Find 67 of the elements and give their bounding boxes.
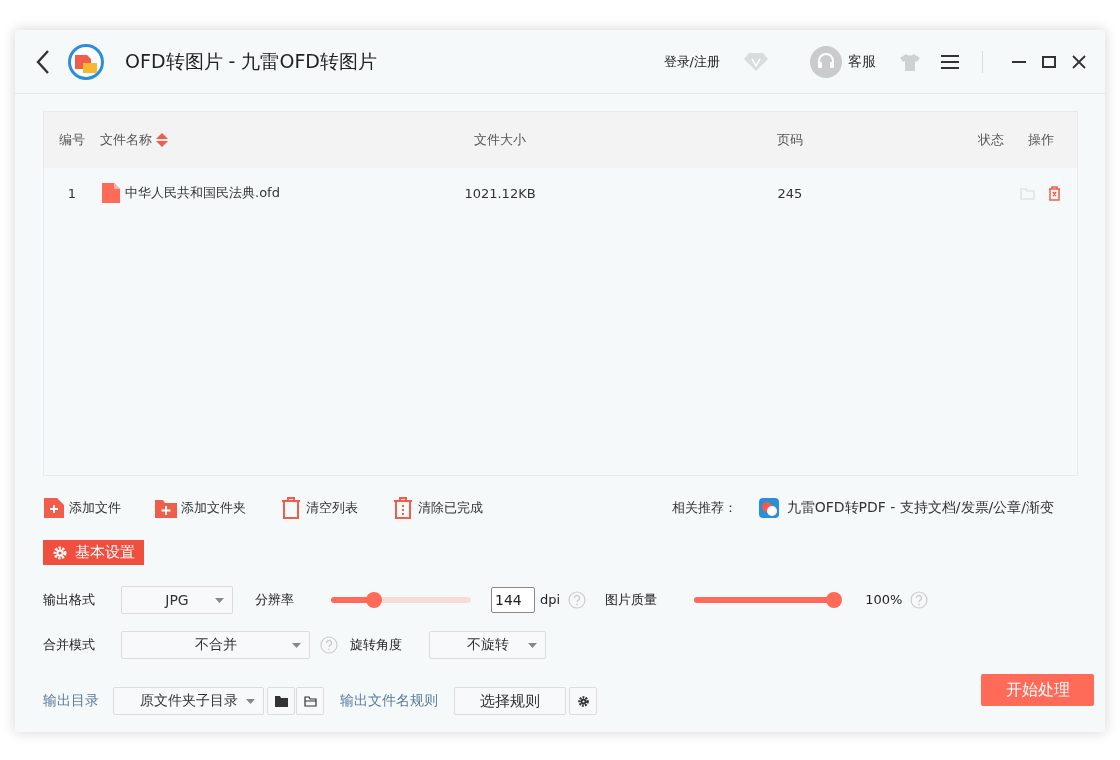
dropdown[interactable]: 不旋转 bbox=[429, 630, 546, 659]
table-cell: 1021.12KB bbox=[464, 185, 536, 201]
file-name-rule-label: 输出文件名规则 bbox=[340, 692, 439, 710]
field-label: 输出格式 bbox=[43, 590, 96, 609]
folder-outline-icon bbox=[303, 695, 317, 707]
app-icon bbox=[758, 498, 779, 518]
column-header: 操作 bbox=[1027, 131, 1054, 149]
field-label: 图片质量 bbox=[605, 590, 659, 609]
trash-icon bbox=[280, 497, 302, 519]
output-dir-label: 输出目录 bbox=[43, 692, 100, 710]
menu-icon[interactable] bbox=[940, 53, 960, 70]
field-label: 旋转角度 bbox=[350, 635, 403, 654]
trash-list-icon bbox=[392, 497, 414, 519]
close-icon[interactable] bbox=[1071, 53, 1087, 70]
caret-icon bbox=[292, 642, 301, 648]
unit-label: dpi bbox=[540, 592, 561, 607]
folder-icon bbox=[274, 695, 288, 707]
column-header: 页码 bbox=[777, 132, 803, 147]
diamond-icon[interactable] bbox=[744, 51, 768, 72]
dropdown[interactable]: 不合并 bbox=[121, 630, 310, 659]
help-icon[interactable] bbox=[910, 590, 929, 609]
column-header: 编号 bbox=[59, 132, 85, 147]
folder-button[interactable] bbox=[267, 687, 295, 715]
column-header[interactable]: 文件名称 bbox=[100, 131, 152, 149]
recommend-link[interactable]: 九雷OFD转PDF - 支持文档/发票/公章/渐变 bbox=[758, 498, 1054, 518]
recommend-label: 相关推荐： bbox=[671, 499, 737, 517]
headset-icon[interactable] bbox=[810, 45, 842, 78]
toolbar-button[interactable]: 添加文件 bbox=[43, 497, 121, 519]
caret-icon bbox=[528, 642, 537, 648]
gear-icon bbox=[576, 695, 590, 707]
file-plus-icon bbox=[43, 497, 65, 519]
window-title: OFD转图片 - 九雷OFD转图片 bbox=[125, 48, 377, 74]
caret-icon bbox=[215, 597, 224, 603]
app-logo-icon bbox=[67, 42, 105, 81]
sort-icon[interactable] bbox=[156, 133, 168, 147]
table-cell: 1 bbox=[67, 185, 77, 201]
settings-button[interactable] bbox=[569, 687, 597, 715]
field-label: 合并模式 bbox=[43, 635, 96, 654]
column-header: 文件大小 bbox=[474, 132, 526, 147]
open-folder-button[interactable] bbox=[296, 687, 324, 715]
back-icon[interactable] bbox=[35, 48, 51, 75]
dropdown[interactable]: 原文件夹子目录 bbox=[113, 687, 264, 715]
help-icon[interactable] bbox=[568, 590, 587, 609]
dpi-input[interactable]: 144 bbox=[491, 586, 535, 613]
maximize-icon[interactable] bbox=[1041, 53, 1057, 70]
t-shirt-icon[interactable] bbox=[900, 52, 920, 71]
quality-reading: 100% bbox=[865, 592, 903, 607]
choose-rule-button[interactable]: 选择规则 bbox=[454, 687, 566, 715]
dropdown[interactable]: JPG bbox=[121, 585, 233, 614]
login-link[interactable]: 登录/注册 bbox=[663, 52, 720, 71]
slider-thumb[interactable] bbox=[826, 591, 843, 608]
toolbar-button[interactable]: 清空列表 bbox=[280, 497, 358, 519]
settings-tab[interactable]: 基本设置 bbox=[43, 540, 144, 565]
gear-icon bbox=[53, 545, 67, 560]
table-cell: 245 bbox=[777, 185, 803, 201]
file-name: 中华人民共和国民法典.ofd bbox=[125, 184, 280, 202]
field-label: 分辨率 bbox=[255, 590, 295, 609]
caret-icon bbox=[246, 699, 255, 704]
customer-service-label[interactable]: 客服 bbox=[848, 52, 876, 71]
folder-plus-icon bbox=[155, 497, 177, 519]
delete-icon[interactable] bbox=[1046, 185, 1062, 201]
slider-thumb[interactable] bbox=[366, 591, 383, 608]
toolbar-button[interactable]: 清除已完成 bbox=[392, 497, 483, 519]
help-icon[interactable] bbox=[320, 635, 338, 654]
toolbar-button[interactable]: 添加文件夹 bbox=[155, 497, 246, 519]
column-header: 状态 bbox=[978, 132, 1004, 147]
file-icon bbox=[102, 183, 120, 203]
